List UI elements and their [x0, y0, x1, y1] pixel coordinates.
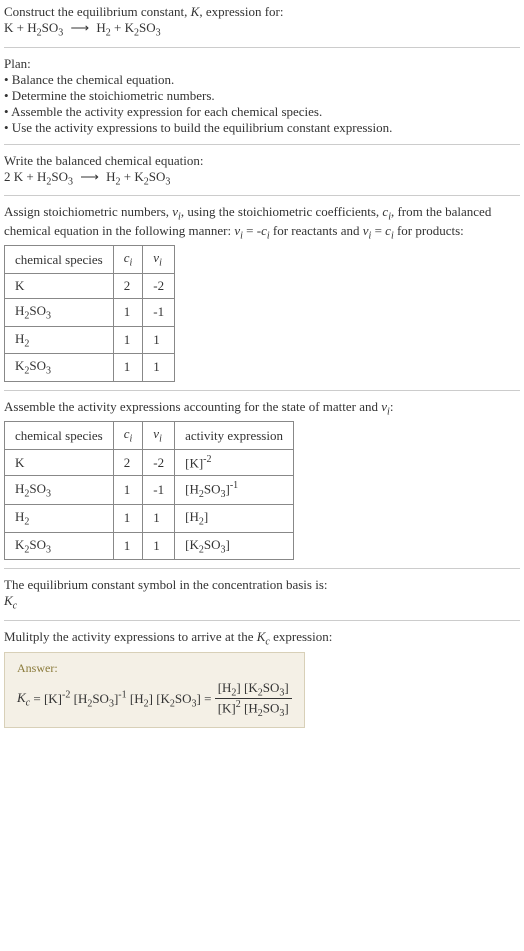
table-row: K2SO3 1 1 [K2SO3] [5, 532, 294, 560]
table-cell: 1 [113, 476, 143, 505]
table-header-row: chemical species ci νi activity expressi… [5, 422, 294, 450]
kc-symbol: Kc [4, 593, 520, 612]
table-header: activity expression [175, 422, 294, 450]
table-cell: 1 [143, 532, 175, 560]
kc-symbol-text: The equilibrium constant symbol in the c… [4, 577, 520, 593]
table-cell: H2 [5, 505, 114, 533]
table-cell: -1 [143, 476, 175, 505]
table-header-row: chemical species ci νi [5, 246, 175, 274]
plan-header: Plan: [4, 56, 520, 72]
plan-section: Plan: • Balance the chemical equation. •… [4, 56, 520, 136]
divider [4, 47, 520, 48]
table-header: νi [143, 246, 175, 274]
plan-item: • Determine the stoichiometric numbers. [4, 88, 520, 104]
table-cell: 1 [113, 298, 143, 326]
table-row: K 2 -2 [K]-2 [5, 449, 294, 475]
divider [4, 195, 520, 196]
stoich-table: chemical species ci νi K 2 -2 H2SO3 1 -1… [4, 245, 175, 381]
stoich-text: Assign stoichiometric numbers, νi, using… [4, 204, 520, 241]
table-cell: K [5, 449, 114, 475]
table-cell: K2SO3 [5, 354, 114, 382]
divider [4, 390, 520, 391]
table-header: νi [143, 422, 175, 450]
table-cell: [K2SO3] [175, 532, 294, 560]
table-row: H2 1 1 [5, 326, 175, 354]
multiply-section: Mulitply the activity expressions to arr… [4, 629, 520, 728]
intro-equation: K + H2SO3 ⟶ H2 + K2SO3 [4, 20, 520, 39]
table-cell: 1 [113, 326, 143, 354]
table-cell: [H2] [175, 505, 294, 533]
answer-expression: Kc = [K]-2 [H2SO3]-1 [H2] [K2SO3] = [H2]… [17, 680, 292, 720]
table-cell: -1 [143, 298, 175, 326]
stoich-section: Assign stoichiometric numbers, νi, using… [4, 204, 520, 382]
table-cell: 2 [113, 449, 143, 475]
activity-header: Assemble the activity expressions accoun… [4, 399, 520, 418]
activity-table: chemical species ci νi activity expressi… [4, 421, 294, 560]
kc-symbol-section: The equilibrium constant symbol in the c… [4, 577, 520, 612]
table-row: K2SO3 1 1 [5, 354, 175, 382]
table-cell: H2SO3 [5, 298, 114, 326]
answer-label: Answer: [17, 661, 292, 676]
table-cell: -2 [143, 273, 175, 298]
multiply-text: Mulitply the activity expressions to arr… [4, 629, 520, 648]
table-cell: [K]-2 [175, 449, 294, 475]
table-cell: 1 [143, 354, 175, 382]
plan-item: • Use the activity expressions to build … [4, 120, 520, 136]
divider [4, 620, 520, 621]
plan-item: • Assemble the activity expression for e… [4, 104, 520, 120]
table-cell: [H2SO3]-1 [175, 476, 294, 505]
intro-text: Construct the equilibrium constant, K, e… [4, 4, 520, 20]
divider [4, 144, 520, 145]
answer-box: Answer: Kc = [K]-2 [H2SO3]-1 [H2] [K2SO3… [4, 652, 305, 729]
table-row: H2SO3 1 -1 [H2SO3]-1 [5, 476, 294, 505]
balanced-section: Write the balanced chemical equation: 2 … [4, 153, 520, 188]
table-cell: 1 [143, 326, 175, 354]
table-cell: 1 [113, 532, 143, 560]
table-cell: 2 [113, 273, 143, 298]
activity-section: Assemble the activity expressions accoun… [4, 399, 520, 561]
table-cell: 1 [143, 505, 175, 533]
balanced-equation: 2 K + H2SO3 ⟶ H2 + K2SO3 [4, 169, 520, 188]
table-row: H2SO3 1 -1 [5, 298, 175, 326]
table-header: chemical species [5, 422, 114, 450]
table-row: H2 1 1 [H2] [5, 505, 294, 533]
table-cell: H2SO3 [5, 476, 114, 505]
table-header: chemical species [5, 246, 114, 274]
table-cell: 1 [113, 354, 143, 382]
divider [4, 568, 520, 569]
table-cell: K2SO3 [5, 532, 114, 560]
table-cell: K [5, 273, 114, 298]
table-row: K 2 -2 [5, 273, 175, 298]
table-cell: H2 [5, 326, 114, 354]
plan-item: • Balance the chemical equation. [4, 72, 520, 88]
table-header: ci [113, 422, 143, 450]
table-cell: 1 [113, 505, 143, 533]
intro-section: Construct the equilibrium constant, K, e… [4, 4, 520, 39]
table-cell: -2 [143, 449, 175, 475]
table-header: ci [113, 246, 143, 274]
balanced-header: Write the balanced chemical equation: [4, 153, 520, 169]
